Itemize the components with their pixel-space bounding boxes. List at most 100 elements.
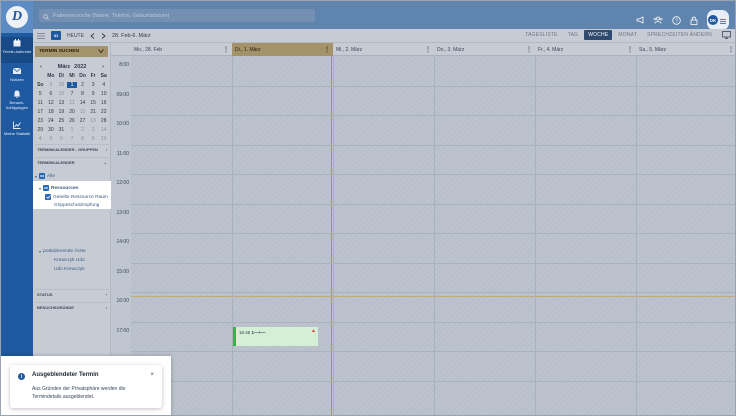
day-header[interactable]: Mo., 28. Feb ⋮ xyxy=(131,43,232,56)
mini-calendar-day[interactable]: 4 xyxy=(98,82,109,88)
mini-calendar-day[interactable]: 8 xyxy=(77,91,88,97)
mini-calendar-day[interactable]: 6 xyxy=(56,136,67,142)
lock-icon[interactable] xyxy=(689,15,699,25)
mini-calendar-day[interactable]: 26 xyxy=(67,118,78,124)
help-icon[interactable]: ? xyxy=(671,15,681,25)
mini-calendar-day[interactable]: 6 xyxy=(46,91,57,97)
checkbox-indeterminate-icon[interactable] xyxy=(39,173,46,179)
view-tab-daylist[interactable]: TAGESLISTE xyxy=(521,30,561,40)
mini-calendar-day-selected[interactable]: 1 xyxy=(66,82,78,88)
mini-calendar-day[interactable]: 28 xyxy=(56,82,67,88)
checkbox-indeterminate-icon[interactable] xyxy=(43,185,50,191)
more-vertical-icon[interactable]: ⋮ xyxy=(526,46,532,53)
tree-item-resources[interactable]: ▾ Ressourcen xyxy=(39,185,78,191)
more-vertical-icon[interactable]: ⋮ xyxy=(728,46,734,53)
mini-calendar-day[interactable]: 5 xyxy=(46,136,57,142)
mini-calendar-day[interactable]: 18 xyxy=(46,109,57,115)
mini-calendar-day[interactable]: 28 xyxy=(98,118,109,124)
day-header[interactable]: Sa., 5. März ⋮ xyxy=(636,43,735,56)
rail-item-notifications[interactable]: Benach-richtigungen xyxy=(1,90,33,112)
mini-calendar-day[interactable]: 4 xyxy=(35,136,46,142)
mini-calendar-day[interactable]: 29 xyxy=(35,127,46,133)
search-field[interactable]: Patientensuche (Name, Telefon, Geburtsda… xyxy=(39,9,315,22)
mini-calendar-day[interactable]: 23 xyxy=(35,118,46,124)
rail-item-statistics[interactable]: Meine Statistik xyxy=(1,121,33,139)
chevron-right-icon[interactable] xyxy=(101,32,106,39)
mini-calendar-day[interactable]: 16 xyxy=(98,100,109,106)
mini-calendar-day[interactable]: 17 xyxy=(35,109,46,115)
app-logo[interactable]: D xyxy=(1,1,33,33)
mini-calendar-day[interactable]: 22 xyxy=(98,109,109,115)
mini-calendar-day[interactable]: 14 xyxy=(77,100,88,106)
mini-calendar-day[interactable]: 21 xyxy=(88,109,99,115)
find-appointment-button[interactable]: TERMIN SUCHEN xyxy=(35,46,108,57)
tree-item-doctor-2[interactable]: Udo Krewczyk xyxy=(54,267,85,272)
sidebar-toggle-icon[interactable] xyxy=(37,32,45,39)
section-status[interactable]: STATUS › xyxy=(35,289,109,299)
mini-calendar-day[interactable]: 12 xyxy=(46,100,57,106)
tree-item-doctors[interactable]: ▾ praktizierende Ärzte xyxy=(39,249,86,254)
mini-calendar-day[interactable]: 20 xyxy=(67,109,78,115)
view-tab-month[interactable]: MONAT xyxy=(614,30,641,40)
more-vertical-icon[interactable]: ⋮ xyxy=(324,46,330,53)
mini-calendar-day[interactable]: 15 xyxy=(88,100,99,106)
day-header-today[interactable]: Di., 1. März ⋮ xyxy=(232,43,333,56)
time-grid[interactable]: 16:45 1—+— ▲ xyxy=(131,56,735,415)
mini-calendar-day[interactable]: 27 xyxy=(77,118,88,124)
mini-calendar-day[interactable]: 19 xyxy=(56,109,67,115)
mini-calendar-day[interactable]: 10 xyxy=(98,136,109,142)
day-header[interactable]: Mi., 2. März ⋮ xyxy=(333,43,434,56)
mini-calendar-month[interactable]: März xyxy=(58,64,71,70)
tree-item-all[interactable]: ▾ Alle xyxy=(35,173,55,179)
day-header[interactable]: Fr., 4. März ⋮ xyxy=(535,43,636,56)
date-picker-button[interactable]: 31 xyxy=(51,31,61,40)
rail-item-notes[interactable]: Notizen xyxy=(1,67,33,85)
change-hours-button[interactable]: SPRECHZEITEN ÄNDERN xyxy=(643,30,716,40)
view-tab-week[interactable]: WOCHE xyxy=(584,30,613,40)
mini-calendar-day[interactable]: 8 xyxy=(77,136,88,142)
chevron-left-icon[interactable] xyxy=(90,32,95,39)
rail-item-calendar[interactable]: Termin-kalender xyxy=(1,37,33,63)
mini-calendar-year[interactable]: 2022 xyxy=(74,64,86,70)
view-tab-day[interactable]: TAG xyxy=(564,30,583,40)
mini-calendar-day[interactable]: 1 xyxy=(67,127,78,133)
user-menu[interactable]: DK xyxy=(707,10,729,30)
mini-calendar-day[interactable]: 9 xyxy=(88,91,99,97)
today-button[interactable]: HEUTE xyxy=(67,33,84,39)
section-visit-reasons[interactable]: BESUCHSGRÜNDE › xyxy=(35,302,109,312)
appointment-hidden[interactable]: 16:45 1—+— ▲ xyxy=(233,327,318,346)
mini-calendar-day[interactable]: 24 xyxy=(46,118,57,124)
tree-item-shared-room[interactable]: Geteilte Ressource Raum xyxy=(45,194,108,200)
tree-item-doctor-1[interactable]: Krewczyk Udo xyxy=(54,258,85,263)
more-vertical-icon[interactable]: ⋮ xyxy=(627,46,633,53)
section-calendar-groups[interactable]: TERMINKALENDER - GRUPPEN › xyxy=(35,144,109,154)
monitor-icon[interactable] xyxy=(722,31,731,39)
mini-calendar-day[interactable]: 11 xyxy=(35,100,46,106)
section-calendars[interactable]: TERMINKALENDER ⌄ xyxy=(35,157,109,167)
mini-calendar-day[interactable]: 9 xyxy=(88,136,99,142)
day-header[interactable]: Do., 3. März ⋮ xyxy=(434,43,535,56)
search-input[interactable]: Patientensuche (Name, Telefon, Geburtsda… xyxy=(53,13,169,19)
mini-calendar-day[interactable]: 25 xyxy=(56,118,67,124)
mini-calendar-day[interactable]: 31 xyxy=(56,127,67,133)
mini-calendar-day[interactable]: 13 xyxy=(56,100,67,106)
mini-calendar-day[interactable]: 7 xyxy=(67,91,78,97)
day-header-label: Di., 1. März xyxy=(235,46,261,53)
mini-calendar-day[interactable]: 2 xyxy=(77,127,88,133)
megaphone-icon[interactable] xyxy=(635,15,645,25)
mini-calendar-day[interactable]: 30 xyxy=(46,127,57,133)
checkbox-checked-icon[interactable] xyxy=(45,194,51,200)
mini-calendar-day[interactable]: 10 xyxy=(98,91,109,97)
mini-calendar-day[interactable]: 5 xyxy=(35,91,46,97)
mini-calendar-day[interactable]: 7 xyxy=(67,136,78,142)
team-icon[interactable] xyxy=(653,15,663,25)
more-vertical-icon[interactable]: ⋮ xyxy=(223,46,229,53)
chevron-left-icon[interactable]: ‹ xyxy=(40,64,42,70)
mini-calendar-day[interactable]: 3 xyxy=(88,127,99,133)
mini-calendar-day[interactable]: 2 xyxy=(77,82,88,88)
chevron-right-icon[interactable]: › xyxy=(102,64,104,70)
tree-item-vaccination[interactable]: Grippeschutzimpfung xyxy=(54,203,99,208)
more-vertical-icon[interactable]: ⋮ xyxy=(425,46,431,53)
mini-calendar-day[interactable]: 3 xyxy=(88,82,99,88)
close-icon[interactable]: × xyxy=(150,372,154,378)
